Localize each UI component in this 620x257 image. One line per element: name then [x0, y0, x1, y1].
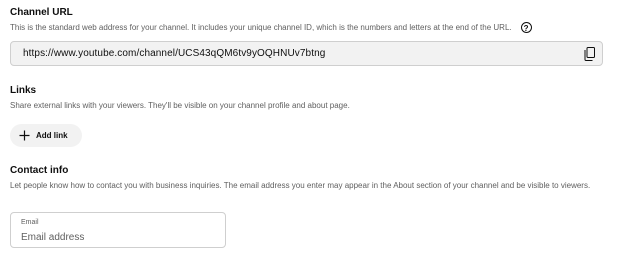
copy-icon[interactable] [584, 47, 595, 61]
add-link-label: Add link [36, 131, 68, 140]
links-title: Links [10, 85, 37, 96]
contact-info-section: Contact info Let people know how to cont… [10, 165, 610, 248]
links-description: Share external links with your viewers. … [10, 101, 350, 110]
add-link-button[interactable]: Add link [10, 124, 82, 147]
channel-url-section: Channel URL This is the standard web add… [10, 7, 610, 66]
email-label: Email [21, 219, 39, 226]
channel-url-title: Channel URL [10, 7, 73, 18]
email-field[interactable]: Email [10, 212, 226, 248]
channel-url-field[interactable]: https://www.youtube.com/channel/UCS43qQM… [10, 41, 603, 66]
links-section: Links Share external links with your vie… [10, 85, 610, 147]
email-input[interactable] [21, 230, 211, 244]
channel-url-description: This is the standard web address for you… [10, 23, 512, 32]
channel-url-value[interactable]: https://www.youtube.com/channel/UCS43qQM… [23, 48, 325, 59]
help-icon[interactable]: ? [520, 22, 532, 33]
contact-info-title: Contact info [10, 165, 69, 176]
channel-url-description-row: This is the standard web address for you… [10, 22, 610, 33]
plus-icon [19, 130, 30, 141]
contact-info-description: Let people know how to contact you with … [10, 181, 591, 190]
